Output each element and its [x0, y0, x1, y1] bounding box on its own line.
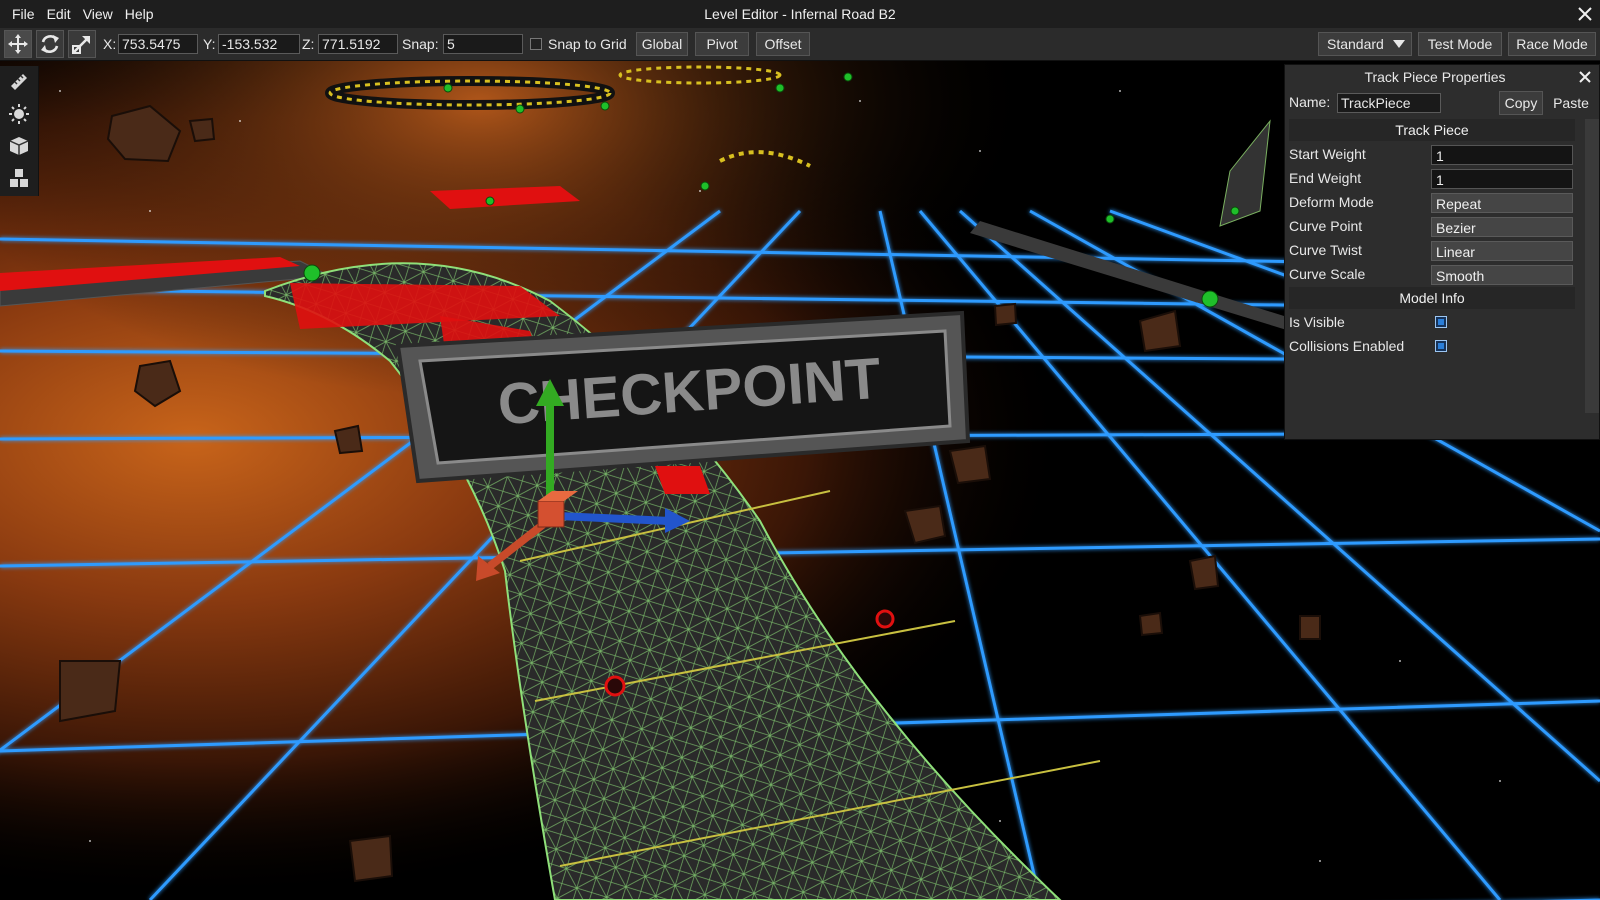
collisions-enabled-checkbox[interactable] [1435, 340, 1447, 352]
menu-view[interactable]: View [77, 6, 119, 22]
panel-scrollbar[interactable] [1585, 119, 1599, 413]
start-weight-label: Start Weight [1289, 146, 1366, 162]
toolbar: X: Y: Z: Snap: Snap to Grid Global Pivot… [0, 28, 1600, 61]
offset-button[interactable]: Offset [756, 32, 810, 56]
track-piece-properties-panel: Track Piece Properties Name: Copy Paste … [1284, 64, 1600, 440]
menu-file[interactable]: File [6, 6, 41, 22]
light-tool-button[interactable] [4, 100, 34, 128]
move-tool-button[interactable] [4, 30, 32, 58]
rotate-icon [41, 35, 59, 53]
curve-point-select[interactable]: Bezier [1431, 217, 1573, 237]
scale-tool-button[interactable] [68, 30, 96, 58]
side-tool-palette [0, 66, 39, 196]
window-title: Level Editor - Infernal Road B2 [704, 6, 896, 22]
measure-tool-button[interactable] [4, 68, 34, 96]
copy-button[interactable]: Copy [1499, 91, 1543, 115]
is-visible-label: Is Visible [1289, 314, 1345, 330]
mode-dropdown[interactable]: Standard [1318, 32, 1412, 56]
close-icon [1579, 71, 1591, 83]
sun-icon [9, 104, 29, 124]
deform-mode-label: Deform Mode [1289, 194, 1374, 210]
curve-scale-label: Curve Scale [1289, 266, 1366, 282]
race-mode-button[interactable]: Race Mode [1508, 32, 1596, 56]
blocks-icon [10, 169, 28, 187]
y-label: Y: [203, 36, 216, 52]
track-tool-button[interactable] [4, 164, 34, 192]
track-piece-section-header: Track Piece [1289, 119, 1575, 141]
menu-edit[interactable]: Edit [41, 6, 77, 22]
global-button[interactable]: Global [636, 32, 688, 56]
curve-point-label: Curve Point [1289, 218, 1363, 234]
paste-button[interactable]: Paste [1547, 91, 1595, 115]
chevron-down-icon [1393, 40, 1405, 48]
snap-label: Snap: [402, 36, 439, 52]
rotate-tool-button[interactable] [36, 30, 64, 58]
object-tool-button[interactable] [4, 132, 34, 160]
menu-help[interactable]: Help [119, 6, 160, 22]
panel-title: Track Piece Properties [1364, 69, 1506, 85]
is-visible-checkbox[interactable] [1435, 316, 1447, 328]
scale-icon [72, 36, 90, 54]
pivot-button[interactable]: Pivot [695, 32, 749, 56]
x-label: X: [103, 36, 117, 52]
start-weight-input[interactable]: 1 [1431, 145, 1573, 165]
close-icon [1578, 7, 1592, 21]
snap-to-grid-label: Snap to Grid [548, 36, 627, 52]
z-coordinate-input[interactable] [318, 34, 398, 54]
curve-twist-select[interactable]: Linear [1431, 241, 1573, 261]
ruler-icon [11, 74, 27, 90]
move-icon [8, 34, 28, 54]
menu-bar: File Edit View Help Level Editor - Infer… [0, 0, 1600, 28]
test-mode-button[interactable]: Test Mode [1418, 32, 1502, 56]
panel-close-button[interactable] [1577, 69, 1593, 85]
snap-input[interactable] [443, 34, 523, 54]
window-close-button[interactable] [1574, 3, 1596, 25]
deform-mode-select[interactable]: Repeat [1431, 193, 1573, 213]
name-label: Name: [1289, 94, 1331, 110]
y-coordinate-input[interactable] [218, 34, 300, 54]
cube-icon [9, 137, 29, 155]
curve-twist-label: Curve Twist [1289, 242, 1362, 258]
x-coordinate-input[interactable] [118, 34, 198, 54]
mode-dropdown-value: Standard [1327, 36, 1384, 52]
collisions-enabled-label: Collisions Enabled [1289, 338, 1405, 354]
curve-scale-select[interactable]: Smooth [1431, 265, 1573, 285]
z-label: Z: [302, 36, 315, 52]
name-input[interactable] [1337, 93, 1441, 113]
model-info-section-header: Model Info [1289, 287, 1575, 309]
snap-to-grid-checkbox[interactable] [530, 38, 542, 50]
end-weight-input[interactable]: 1 [1431, 169, 1573, 189]
end-weight-label: End Weight [1289, 170, 1362, 186]
